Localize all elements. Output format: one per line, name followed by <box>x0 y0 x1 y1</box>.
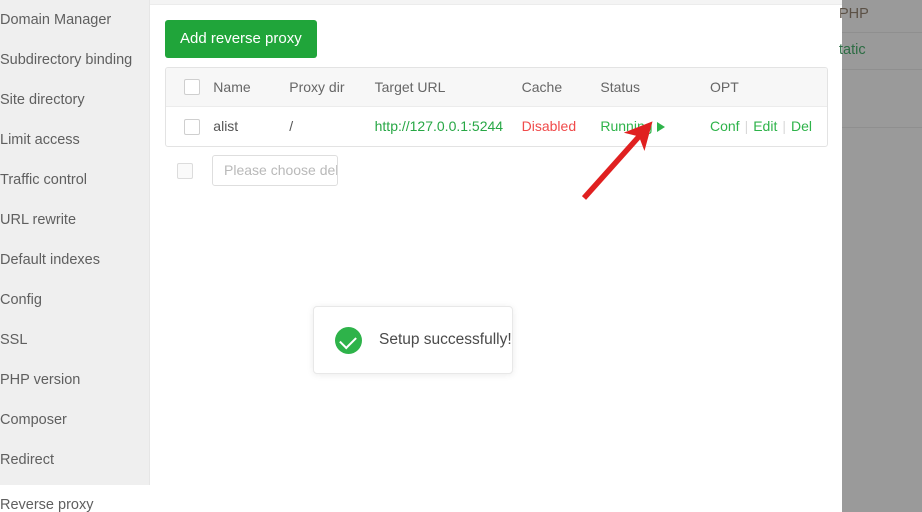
table-body: alist / http://127.0.0.1:5244 Disabled R… <box>166 106 827 146</box>
sidebar-item-label: Traffic control <box>0 172 88 188</box>
cell-opt: Conf | Edit | Del <box>710 106 827 146</box>
overlay-row <box>842 70 922 128</box>
main-content: Add reverse proxy Name Proxy dir Target … <box>151 5 841 512</box>
table-head: Name Proxy dir Target URL Cache Status O… <box>166 68 827 107</box>
success-toast: Setup successfully! <box>313 306 513 374</box>
target-url-link[interactable]: http://127.0.0.1:5244 <box>375 118 503 134</box>
status-text: Running <box>600 118 653 135</box>
sidebar-item-php-version[interactable]: PHP version <box>0 360 149 400</box>
row-select-cell <box>166 106 213 146</box>
header-target-url: Target URL <box>374 68 522 107</box>
cell-cache: Disabled <box>522 106 601 146</box>
cell-target-url: http://127.0.0.1:5244 <box>375 106 522 146</box>
overlay-row: tatic <box>839 33 922 70</box>
reverse-proxy-table: Name Proxy dir Target URL Cache Status O… <box>166 68 827 146</box>
sidebar-item-composer[interactable]: Composer <box>0 400 149 440</box>
sidebar-item-label: Redirect <box>0 452 54 468</box>
cache-status-text[interactable]: Disabled <box>522 118 576 134</box>
status-running-cell[interactable]: Running <box>600 118 665 135</box>
toast-message: Setup successfully! <box>379 331 512 348</box>
sidebar-item-traffic-control[interactable]: Traffic control <box>0 160 149 200</box>
sidebar-item-label: Limit access <box>0 132 80 148</box>
conf-link[interactable]: Conf <box>710 118 740 134</box>
opt-separator: | <box>744 118 749 135</box>
sidebar-item-label: Default indexes <box>0 252 100 268</box>
app-screen: Domain Manager Subdirectory binding Site… <box>0 0 922 512</box>
sidebar-item-ssl[interactable]: SSL <box>0 320 149 360</box>
reverse-proxy-table-container: Name Proxy dir Target URL Cache Status O… <box>165 67 828 147</box>
sidebar-item-reverse-proxy[interactable]: Reverse proxy <box>0 485 150 512</box>
opt-separator: | <box>782 118 786 135</box>
header-opt: OPT <box>710 68 827 107</box>
bulk-select-checkbox[interactable] <box>177 162 193 179</box>
play-icon[interactable] <box>656 122 665 133</box>
sidebar-item-label: SSL <box>0 332 28 348</box>
sidebar-item-label: Site directory <box>0 92 85 108</box>
delete-link[interactable]: Del <box>791 118 812 134</box>
table-row: alist / http://127.0.0.1:5244 Disabled R… <box>166 106 827 146</box>
sidebar-item-domain-manager[interactable]: Domain Manager <box>0 0 149 40</box>
overlay-row-label: PHP <box>839 6 869 22</box>
header-status: Status <box>600 68 710 107</box>
sidebar-item-redirect[interactable]: Redirect <box>0 440 149 480</box>
bulk-actions-row: Please choose del <box>165 155 338 186</box>
header-proxy-dir: Proxy dir <box>289 68 375 107</box>
overlay-row-label: tatic <box>839 42 866 58</box>
header-select-all <box>166 68 214 107</box>
sidebar-item-label: Reverse proxy <box>0 497 94 512</box>
cell-proxy-dir: / <box>289 118 294 135</box>
sidebar-item-label: Domain Manager <box>0 12 112 28</box>
sidebar-item-label: Subdirectory binding <box>0 52 133 68</box>
sidebar-item-label: Composer <box>0 412 67 428</box>
sidebar-item-label: PHP version <box>0 372 81 388</box>
cell-status: Running <box>600 106 710 146</box>
dimmed-overlay-panel: PHP tatic <box>839 0 922 512</box>
header-name: Name <box>213 68 290 107</box>
select-all-checkbox[interactable] <box>184 79 200 96</box>
sidebar-item-label: Config <box>0 292 42 308</box>
sidebar-item-url-rewrite[interactable]: URL rewrite <box>0 200 149 240</box>
sidebar-item-default-indexes[interactable]: Default indexes <box>0 240 149 280</box>
sidebar-menu: Domain Manager Subdirectory binding Site… <box>0 0 149 480</box>
sidebar-item-label: URL rewrite <box>0 212 77 228</box>
row-checkbox[interactable] <box>184 118 200 135</box>
sidebar-item-subdirectory-binding[interactable]: Subdirectory binding <box>0 40 149 80</box>
table-header-row: Name Proxy dir Target URL Cache Status O… <box>166 68 827 107</box>
edit-link[interactable]: Edit <box>753 118 777 134</box>
sidebar-item-site-directory[interactable]: Site directory <box>0 80 149 120</box>
bulk-delete-select[interactable]: Please choose del <box>212 155 338 186</box>
sidebar-item-config[interactable]: Config <box>0 280 149 320</box>
overlay-row: PHP <box>839 0 922 33</box>
sidebar: Domain Manager Subdirectory binding Site… <box>0 0 150 485</box>
cell-name: alist <box>213 118 239 135</box>
overlay-row <box>842 128 922 512</box>
sidebar-item-limit-access[interactable]: Limit access <box>0 120 149 160</box>
check-circle-icon <box>335 326 362 354</box>
header-cache: Cache <box>521 68 601 107</box>
add-reverse-proxy-button[interactable]: Add reverse proxy <box>165 20 317 58</box>
